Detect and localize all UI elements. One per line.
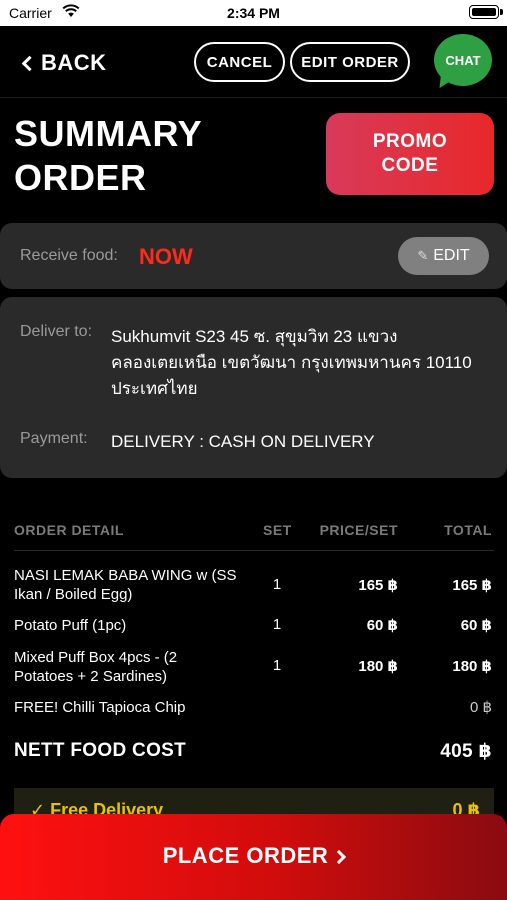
place-order-label: PLACE ORDER [162,843,329,868]
status-bar: Carrier 2:34 PM [0,0,507,26]
item-name-line: Mixed Puff Box 4pcs - (2 [14,649,178,666]
receive-food-label: Receive food: [20,247,118,264]
promo-label-line1: PROMO [372,131,448,152]
address-line: คลองเตยเหนือ เขตวัฒนา กรุงเทพมหานคร 1011… [111,353,472,372]
cancel-button[interactable]: CANCEL [194,42,285,82]
status-time: 2:34 PM [227,5,280,21]
promo-code-button[interactable]: PROMO CODE [326,113,494,195]
place-order-button[interactable]: PLACE ORDER [0,814,507,900]
address-line: ประเทศไทย [111,379,198,398]
pencil-icon: ✎ [417,248,429,263]
item-price: 180 ฿ [358,658,398,675]
item-total: 165 ฿ [452,577,492,594]
item-name-line: NASI LEMAK BABA WING w (SS [14,567,237,584]
edit-receive-label: EDIT [433,247,470,264]
page-title: SUMMARY ORDER [14,112,202,200]
page-title-line2: ORDER [14,157,147,198]
item-set: 1 [272,616,282,633]
item-total: 0 ฿ [469,699,492,716]
battery-icon [469,5,503,19]
order-table: ORDER DETAIL SET PRICE/SET TOTAL NASI LE… [14,520,494,716]
chevron-right-icon [332,849,347,864]
back-label: BACK [41,50,107,75]
order-table-header: ORDER DETAIL SET PRICE/SET TOTAL [14,520,494,551]
item-name-line: FREE! Chilli Tapioca Chip [14,699,186,716]
item-total: 180 ฿ [452,658,492,675]
nett-food-cost: NETT FOOD COST 405 ฿ [14,740,494,766]
item-name: Potato Puff (1pc) [14,616,259,635]
edit-receive-button[interactable]: ✎ EDIT [398,237,489,275]
chat-label: CHAT [445,52,481,68]
item-name-line: Potatoes + 2 Sardines) [14,668,168,685]
item-set: 1 [272,657,282,674]
header-order-detail: ORDER DETAIL [14,522,124,538]
page-title-line1: SUMMARY [14,113,203,154]
delivery-card: Deliver to: Sukhumvit S23 45 ซ. สุขุมวิท… [0,297,507,478]
edit-order-button[interactable]: EDIT ORDER [290,42,410,82]
address-line: Sukhumvit S23 45 ซ. สุขุมวิท 23 แขวง [111,327,398,346]
header-total: TOTAL [444,522,492,538]
back-button[interactable]: BACK [21,50,107,76]
receive-food-value: NOW [139,244,193,269]
item-name-line: Ikan / Boiled Egg) [14,586,133,603]
item-name: NASI LEMAK BABA WING w (SS Ikan / Boiled… [14,566,259,604]
payment-label: Payment: [20,430,88,447]
item-name-line: Potato Puff (1pc) [14,617,127,634]
item-price: 165 ฿ [358,577,398,594]
chat-button[interactable]: CHAT [434,34,494,93]
nett-value: 405 ฿ [440,741,492,762]
item-total: 60 ฿ [460,617,492,634]
deliver-to-label: Deliver to: [20,323,93,340]
nett-label: NETT FOOD COST [14,740,187,761]
item-name: FREE! Chilli Tapioca Chip [14,698,259,717]
header-price: PRICE/SET [319,522,398,538]
payment-value: DELIVERY : CASH ON DELIVERY [111,432,375,451]
promo-label-line2: CODE [381,155,439,176]
nav-bar: BACK CANCEL EDIT ORDER CHAT [0,26,507,98]
receive-food-card: Receive food: NOW ✎ EDIT [0,223,507,289]
delivery-address: Sukhumvit S23 45 ซ. สุขุมวิท 23 แขวง คลอ… [111,324,496,402]
header-set: SET [263,522,292,538]
item-price: 60 ฿ [366,617,398,634]
item-name: Mixed Puff Box 4pcs - (2 Potatoes + 2 Sa… [14,648,259,686]
chevron-left-icon [21,55,38,72]
item-set: 1 [272,576,282,593]
